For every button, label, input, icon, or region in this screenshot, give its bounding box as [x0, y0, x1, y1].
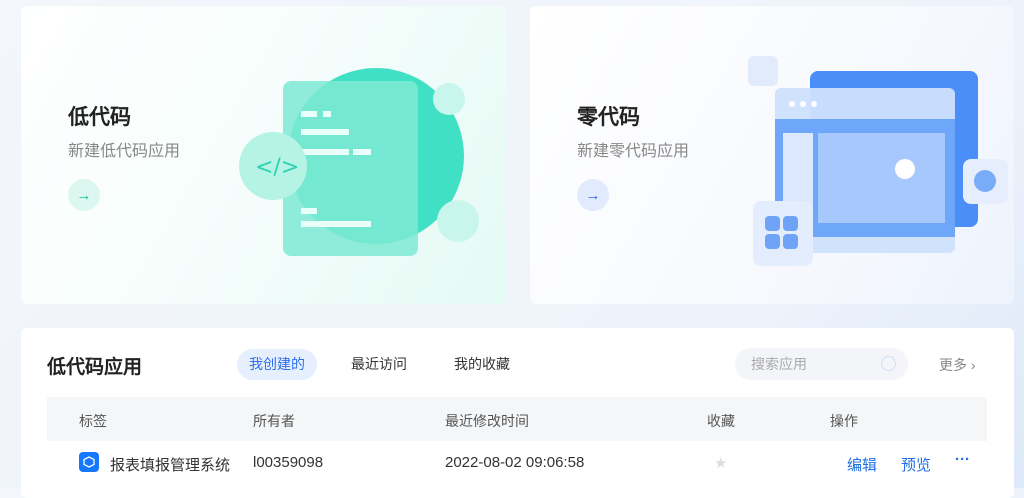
panel-title: 低代码应用 — [47, 357, 143, 378]
card-subtitle: 新建低代码应用 — [68, 143, 181, 160]
card-title: 零代码 — [577, 106, 640, 129]
cube-icon — [79, 452, 99, 472]
col-tag: 标签 — [79, 413, 107, 429]
svg-text:</>: </> — [255, 155, 299, 180]
more-link[interactable]: 更多 › — [939, 355, 976, 375]
card-subtitle: 新建零代码应用 — [577, 143, 690, 160]
col-actions: 操作 — [830, 413, 858, 429]
low-code-illustration: </> — [239, 68, 479, 256]
arrow-right-button[interactable]: → — [68, 179, 100, 211]
star-icon[interactable]: ★ — [714, 454, 727, 472]
more-actions-icon[interactable]: ··· — [955, 451, 970, 468]
tab-favorites[interactable]: 我的收藏 — [442, 349, 522, 380]
zero-code-illustration — [748, 56, 1008, 266]
app-list-panel: 低代码应用 我创建的 最近访问 我的收藏 搜索应用 更多 › 标签 所有者 最近… — [21, 328, 1014, 498]
edit-link[interactable]: 编辑 — [847, 454, 877, 475]
col-favorite: 收藏 — [707, 413, 735, 429]
search-input[interactable]: 搜索应用 — [735, 348, 908, 380]
col-modified: 最近修改时间 — [445, 413, 529, 429]
zero-code-card[interactable]: 零代码 新建零代码应用 → — [530, 6, 1014, 304]
app-name[interactable]: 报表填报管理系统 — [110, 454, 230, 475]
card-title: 低代码 — [68, 106, 131, 129]
tab-my-created[interactable]: 我创建的 — [237, 349, 317, 380]
search-placeholder: 搜索应用 — [751, 356, 807, 372]
preview-link[interactable]: 预览 — [901, 454, 931, 475]
col-owner: 所有者 — [253, 413, 295, 429]
owner: l00359098 — [253, 454, 324, 471]
search-icon[interactable] — [881, 356, 896, 371]
arrow-right-button[interactable]: → — [577, 179, 609, 211]
table-header: 标签 所有者 最近修改时间 收藏 操作 — [47, 397, 987, 441]
low-code-card[interactable]: </> 低代码 新建低代码应用 → — [21, 6, 506, 304]
tab-recent[interactable]: 最近访问 — [339, 349, 419, 380]
modified-time: 2022-08-02 09:06:58 — [445, 454, 585, 471]
table-row[interactable]: 报表填报管理系统 l00359098 2022-08-02 09:06:58 ★… — [47, 441, 987, 485]
